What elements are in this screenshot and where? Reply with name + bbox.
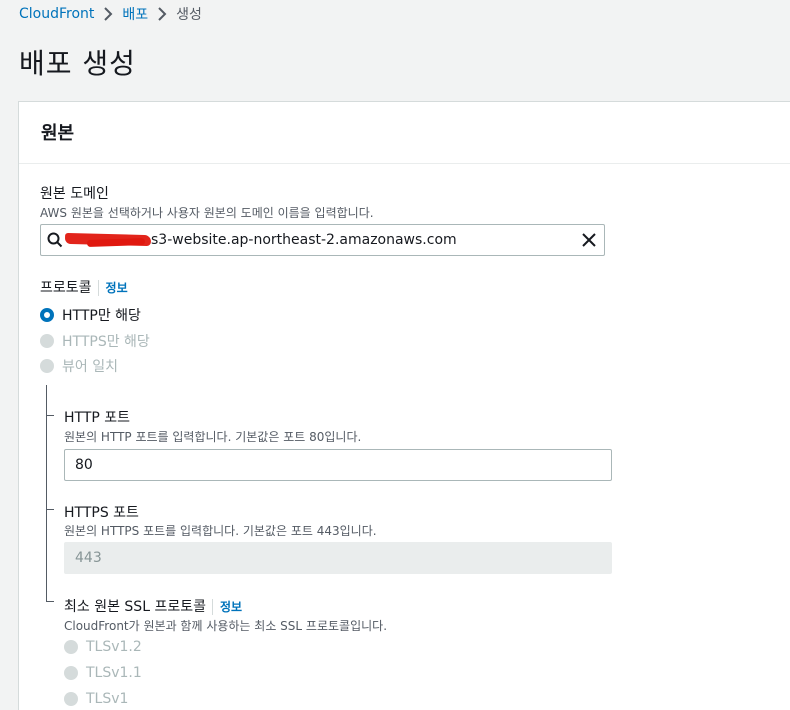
radio-label: TLSv1.1 xyxy=(86,665,142,681)
origin-panel: 원본 원본 도메인 AWS 원본을 선택하거나 사용자 원본의 도메인 이름을 … xyxy=(18,101,790,710)
origin-domain-description: AWS 원본을 선택하거나 사용자 원본의 도메인 이름을 입력합니다. xyxy=(40,206,374,220)
radio-disabled-icon xyxy=(64,692,78,706)
protocol-label: 프로토콜 xyxy=(40,280,92,296)
chevron-right-icon xyxy=(94,4,122,24)
radio-tlsv1[interactable]: TLSv1 xyxy=(64,691,128,707)
ssl-protocol-label-row: 최소 원본 SSL 프로토콜 정보 xyxy=(64,596,242,616)
breadcrumb-cloudfront-link[interactable]: CloudFront xyxy=(19,6,94,22)
radio-http-only[interactable]: HTTP만 해당 xyxy=(40,305,141,325)
search-icon xyxy=(47,232,63,248)
protocol-info-link[interactable]: 정보 xyxy=(106,281,128,295)
protocol-label-row: 프로토콜 정보 xyxy=(40,277,128,297)
section-title: 원본 xyxy=(41,123,75,144)
ssl-protocol-label: 최소 원본 SSL 프로토콜 xyxy=(64,599,206,615)
radio-disabled-icon xyxy=(40,359,54,373)
divider xyxy=(97,280,99,296)
tree-branch xyxy=(46,415,54,416)
ssl-protocol-description: CloudFront가 원본과 함께 사용하는 최소 SSL 프로토콜입니다. xyxy=(64,619,388,633)
breadcrumb: CloudFront 배포 생성 xyxy=(19,4,202,24)
https-port-label: HTTPS 포트 xyxy=(64,505,139,521)
origin-domain-value: s3-website.ap-northeast-2.amazonaws.com xyxy=(151,232,457,248)
https-port-input[interactable]: 443 xyxy=(64,542,612,574)
http-port-input[interactable]: 80 xyxy=(64,449,612,481)
radio-label: HTTPS만 해당 xyxy=(62,334,150,350)
radio-disabled-icon xyxy=(40,334,54,348)
radio-label: TLSv1 xyxy=(86,691,129,707)
radio-disabled-icon xyxy=(64,640,78,654)
radio-disabled-icon xyxy=(64,666,78,680)
ssl-protocol-info-link[interactable]: 정보 xyxy=(220,600,242,614)
radio-label: TLSv1.2 xyxy=(86,639,142,655)
radio-selected-icon xyxy=(40,308,54,322)
radio-match-viewer[interactable]: 뷰어 일치 xyxy=(40,356,118,376)
divider xyxy=(211,599,213,615)
origin-domain-input[interactable]: s3-website.ap-northeast-2.amazonaws.com xyxy=(40,224,605,256)
chevron-right-icon xyxy=(148,4,176,24)
https-port-description: 원본의 HTTPS 포트를 입력합니다. 기본값은 포트 443입니다. xyxy=(64,524,377,538)
radio-https-only[interactable]: HTTPS만 해당 xyxy=(40,331,150,351)
clear-icon[interactable] xyxy=(582,233,596,247)
panel-header: 원본 xyxy=(19,102,790,164)
tree-branch xyxy=(46,509,54,510)
tree-branch xyxy=(46,601,54,602)
page-title: 배포 생성 xyxy=(19,47,136,80)
http-port-description: 원본의 HTTP 포트를 입력합니다. 기본값은 포트 80입니다. xyxy=(64,430,362,444)
http-port-label: HTTP 포트 xyxy=(64,410,131,426)
origin-domain-label: 원본 도메인 xyxy=(40,186,109,202)
tree-line xyxy=(46,385,47,602)
radio-tlsv1-1[interactable]: TLSv1.1 xyxy=(64,665,142,681)
radio-label: 뷰어 일치 xyxy=(62,359,118,375)
breadcrumb-distributions-link[interactable]: 배포 xyxy=(122,4,148,24)
breadcrumb-current: 생성 xyxy=(176,7,202,23)
radio-tlsv1-2[interactable]: TLSv1.2 xyxy=(64,639,142,655)
radio-label: HTTP만 해당 xyxy=(62,308,141,324)
